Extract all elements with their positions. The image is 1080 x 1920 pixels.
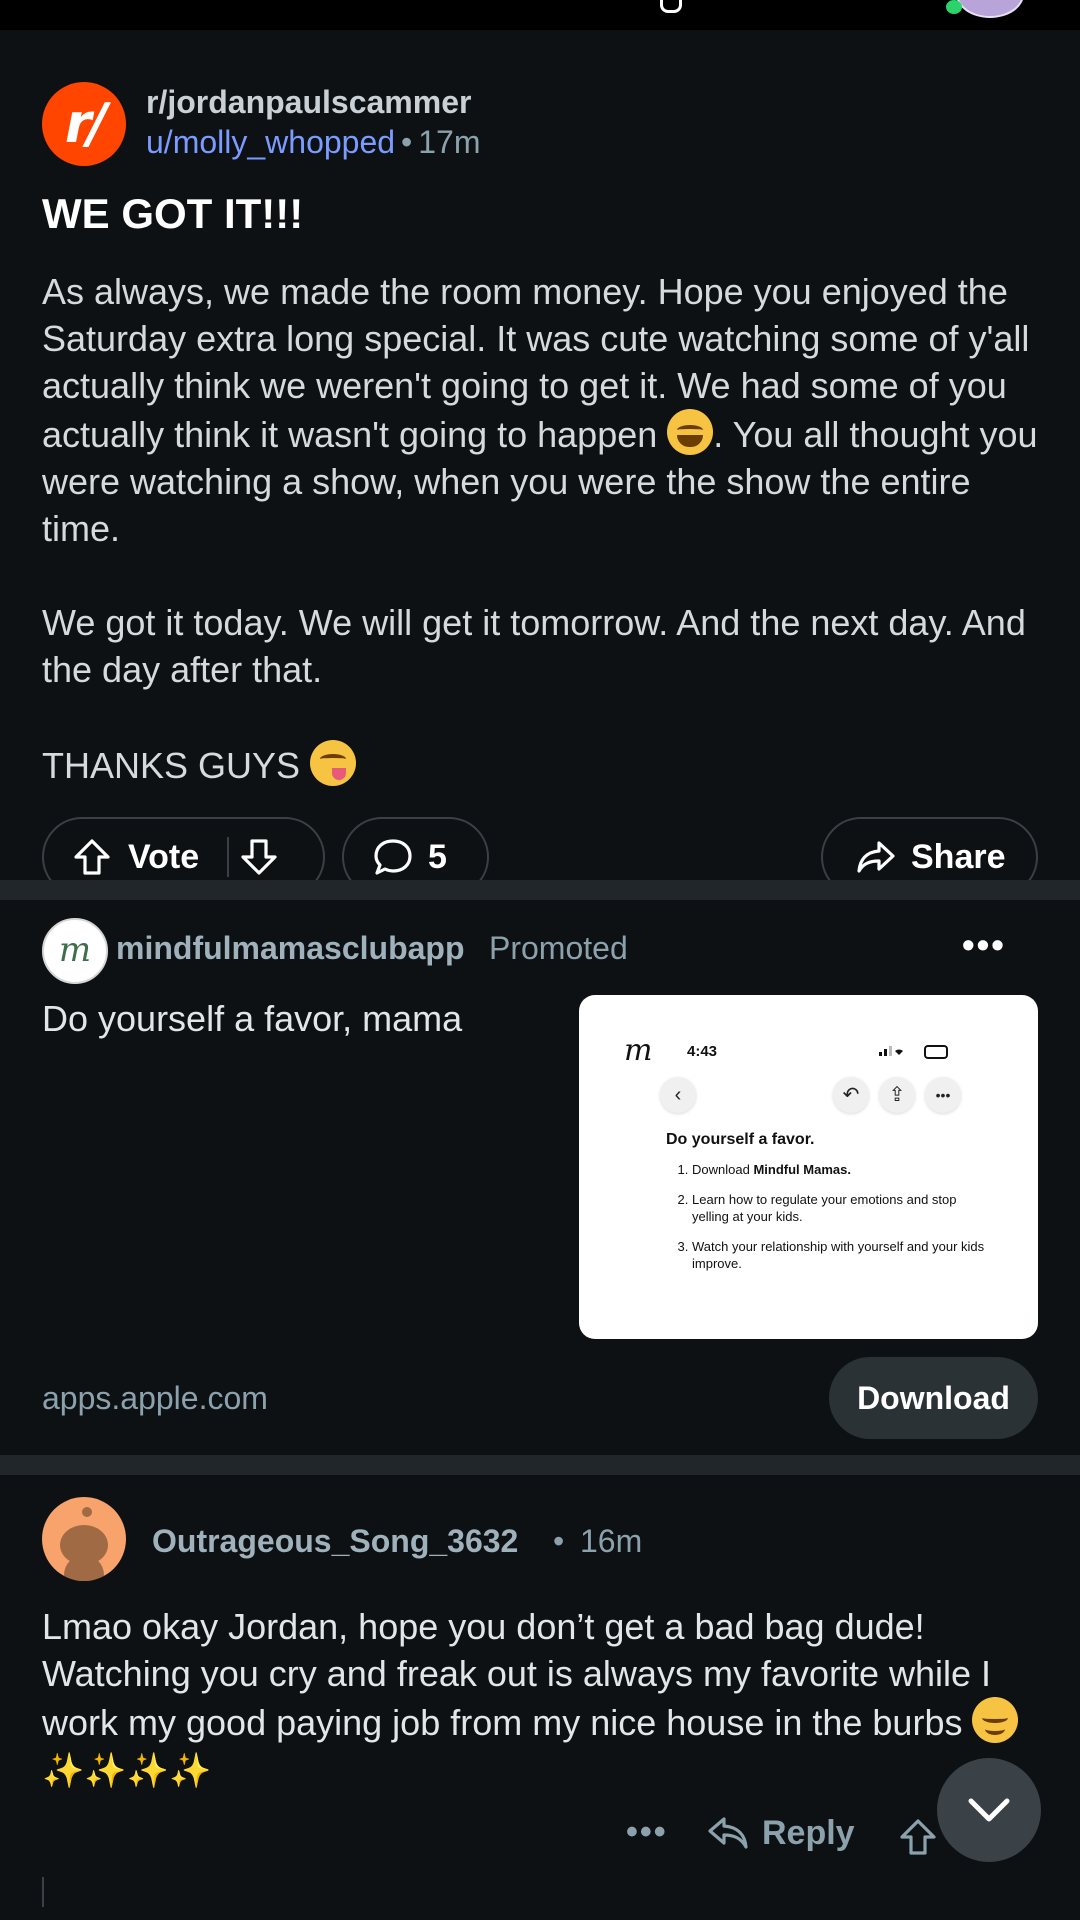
status-glyph-icon (660, 0, 682, 13)
mindful-mamas-logo: m (624, 1033, 653, 1068)
comment-age: 16m (580, 1523, 643, 1559)
ellipsis-icon: ••• (925, 1077, 961, 1113)
chevron-down-icon (968, 1798, 1010, 1822)
status-bar (0, 0, 1080, 30)
ad-image[interactable]: m 4:43 ‹ ↶ ⇪ ••• Do yourself a favor. Do… (579, 995, 1038, 1339)
reply-label: Reply (762, 1813, 855, 1852)
post-meta: u/molly_whopped • 17m (146, 124, 481, 161)
smiling-emoji-icon (972, 1697, 1019, 1743)
comment-author[interactable]: Outrageous_Song_3632 (152, 1523, 518, 1560)
share-icon (855, 837, 897, 877)
download-button[interactable]: Download (829, 1357, 1038, 1439)
downvote-icon[interactable] (239, 837, 279, 877)
post-paragraph-1: As always, we made the room money. Hope … (42, 268, 1042, 552)
advertiser-logo: m (58, 930, 92, 970)
profile-avatar[interactable] (956, 0, 1024, 18)
thread-line (42, 1877, 44, 1907)
vote-divider (227, 837, 230, 877)
card-steps: Download Mindful Mamas. Learn how to reg… (674, 1161, 992, 1285)
feed-divider (0, 1455, 1080, 1475)
post-card[interactable]: r/ r/jordanpaulscammer u/molly_whopped • 1… (0, 30, 1080, 897)
comment-actions: ••• Reply (0, 1813, 1080, 1873)
card-step-2: Learn how to regulate your emotions and … (692, 1191, 992, 1225)
online-indicator-icon (946, 0, 962, 14)
card-heading: Do yourself a favor. (666, 1131, 815, 1148)
comment-upvote-icon[interactable] (898, 1817, 938, 1862)
subreddit-name[interactable]: r/jordanpaulscammer (146, 84, 471, 121)
post-author[interactable]: u/molly_whopped (146, 124, 395, 160)
meta-separator: • (401, 124, 413, 160)
subreddit-icon[interactable]: r/ (42, 82, 126, 166)
post-age: 17m (418, 124, 481, 160)
snoo-antenna (82, 1507, 92, 1517)
phone-clock: 4:43 (687, 1043, 718, 1060)
scroll-down-button[interactable] (937, 1758, 1041, 1862)
ad-headline[interactable]: Do yourself a favor, mama (42, 998, 462, 1040)
comment-more-icon[interactable]: ••• (626, 1813, 668, 1852)
post-title[interactable]: WE GOT IT!!! (42, 190, 303, 238)
card-step-1: Download Mindful Mamas. (692, 1161, 992, 1178)
meta-separator: • (553, 1523, 565, 1559)
reply-icon (708, 1817, 748, 1849)
post-paragraph-3-text: THANKS GUYS (42, 745, 301, 786)
subreddit-icon-glyph: r/ (64, 92, 107, 155)
card-step-3: Watch your relationship with yourself an… (692, 1238, 992, 1272)
comment-body[interactable]: Lmao okay Jordan, hope you don’t get a b… (42, 1603, 1052, 1795)
share-label: Share (911, 837, 1006, 876)
advertiser-name[interactable]: mindfulmamasclubapp (116, 930, 465, 967)
promoted-label: Promoted (489, 930, 628, 966)
reply-button[interactable]: Reply (706, 1813, 855, 1853)
snoo-head (60, 1525, 108, 1565)
comment-icon (372, 837, 414, 877)
post-body[interactable]: As always, we made the room money. Hope … (42, 268, 1042, 836)
advertiser-avatar[interactable]: m (42, 918, 108, 984)
laughing-emoji-icon (667, 409, 714, 455)
battery-icon (924, 1045, 948, 1059)
comment-count: 5 (428, 837, 447, 876)
card-step-1-prefix: Download (692, 1162, 754, 1177)
post-paragraph-2: We got it today. We will get it tomorrow… (42, 602, 1026, 690)
signal-wifi-icon (879, 1043, 919, 1060)
post-paragraph-3: THANKS GUYS (42, 740, 1042, 789)
share-box-icon: ⇪ (879, 1077, 915, 1113)
reply-arrow-icon: ↶ (833, 1077, 869, 1113)
comment-text: Lmao okay Jordan, hope you don’t get a b… (42, 1606, 992, 1743)
feed-divider (0, 880, 1080, 900)
more-options-icon[interactable]: ••• (962, 924, 1006, 966)
card-step-1-bold: Mindful Mamas. (753, 1162, 851, 1177)
commenter-avatar[interactable] (42, 1497, 126, 1581)
vote-label: Vote (128, 837, 200, 876)
ad-domain[interactable]: apps.apple.com (42, 1380, 268, 1417)
promoted-post[interactable]: m mindfulmamasclubapp Promoted ••• Do yo… (0, 900, 1080, 1455)
yum-emoji-icon (310, 740, 357, 786)
upvote-icon[interactable] (72, 837, 112, 877)
back-chevron-icon: ‹ (660, 1077, 696, 1113)
sparkles-icon: ✨✨✨✨ (42, 1752, 212, 1790)
